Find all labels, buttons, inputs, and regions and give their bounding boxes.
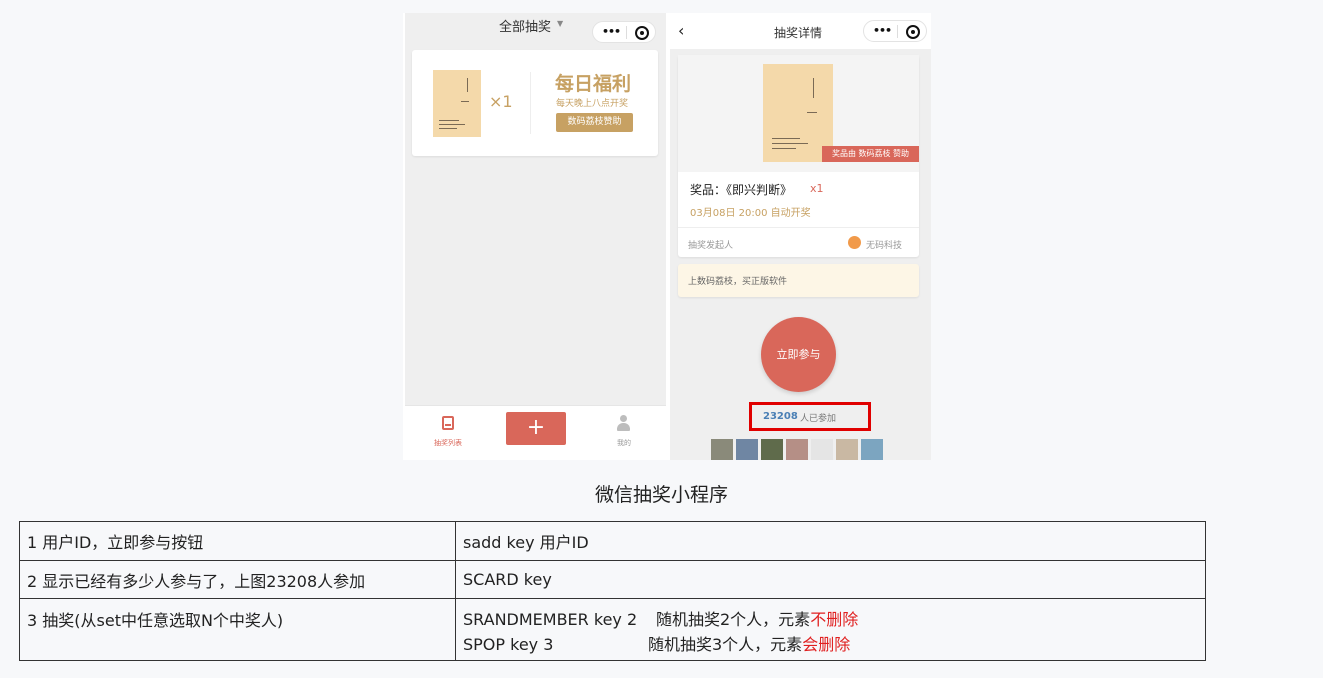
participants-suffix: 人已参加 — [800, 414, 837, 424]
more-icon[interactable]: ••• — [602, 25, 621, 38]
back-icon[interactable]: ‹ — [678, 21, 684, 40]
command: SRANDMEMBER key 2 — [463, 610, 638, 629]
table-row: 3 抽奖(从set中任意选取N个中奖人) SRANDMEMBER key 2 随机… — [19, 598, 1206, 661]
initiator-label: 抽奖发起人 — [688, 241, 734, 251]
avatar[interactable] — [761, 439, 783, 460]
participants-count: 23208 — [763, 411, 798, 422]
tab-lottery-list[interactable]: 抽奖列表 — [434, 438, 462, 448]
right-capsule-menu[interactable]: ••• — [863, 20, 927, 42]
prize-multiplier: ×1 — [489, 92, 513, 111]
divider — [530, 72, 531, 134]
avatar[interactable] — [836, 439, 858, 460]
left-capsule-menu[interactable]: ••• — [592, 21, 656, 43]
table-cell: SCARD key — [455, 560, 1206, 599]
prize-book-image — [433, 70, 481, 137]
promo-subtitle: 每天晚上八点开奖 — [556, 99, 629, 109]
table-cell: SRANDMEMBER key 2 随机抽奖2个人，元素不删除 SPOP key … — [455, 598, 1206, 661]
add-lottery-button[interactable]: + — [506, 412, 566, 445]
dropdown-caret-icon[interactable]: ▼ — [557, 19, 563, 28]
left-top-bar: 全部抽奖 ▼ ••• — [405, 13, 666, 49]
join-button[interactable]: 立即参与 — [761, 317, 836, 392]
sponsor-badge: 奖品由 数码荔枝 赞助 — [822, 146, 919, 162]
command-desc: 随机抽奖2个人，元素 — [656, 610, 811, 629]
command-line: SPOP key 3 随机抽奖3个人，元素会删除 — [463, 632, 1198, 657]
left-page-title[interactable]: 全部抽奖 — [499, 16, 551, 35]
daily-prize-card[interactable]: ×1 每日福利 每天晚上八点开奖 数码荔枝赞助 — [412, 50, 658, 156]
prize-image-area: 奖品由 数码荔枝 赞助 — [678, 55, 919, 172]
sponsor-button[interactable]: 数码荔枝赞助 — [556, 113, 633, 132]
right-page-title: 抽奖详情 — [774, 26, 823, 40]
avatar[interactable] — [711, 439, 733, 460]
notice-banner: 上数码荔枝，买正版软件 — [678, 264, 919, 297]
table-cell: sadd key 用户ID — [455, 521, 1206, 561]
avatar[interactable] — [811, 439, 833, 460]
command-desc: 随机抽奖3个人，元素 — [648, 635, 803, 654]
prize-detail-card: 奖品由 数码荔枝 赞助 奖品：《即兴判断》 x1 03月08日 20:00 自动… — [678, 55, 919, 257]
initiator-name[interactable]: 无码科技 — [866, 238, 902, 251]
avatar[interactable] — [736, 439, 758, 460]
commands-table: 1 用户ID，立即参与按钮 sadd key 用户ID 2 显示已经有多少人参与… — [19, 521, 1206, 661]
more-icon[interactable]: ••• — [873, 24, 892, 37]
lottery-list-icon[interactable] — [442, 416, 454, 430]
table-cell: 3 抽奖(从set中任意选取N个中奖人) — [19, 598, 456, 661]
notice-text: 上数码荔枝，买正版软件 — [688, 277, 788, 287]
table-cell: 2 显示已经有多少人参与了，上图23208人参加 — [19, 560, 456, 599]
lottery-detail-screen: ‹ 抽奖详情 ••• 奖品由 数码荔枝 赞助 奖品：《即兴判断》 x1 03月0… — [670, 13, 931, 460]
command-line: SRANDMEMBER key 2 随机抽奖2个人，元素不删除 — [463, 607, 1198, 632]
close-target-icon[interactable] — [635, 26, 649, 40]
figure-caption: 微信抽奖小程序 — [594, 484, 728, 506]
prize-label: 奖品：《即兴判断》 — [690, 183, 793, 197]
avatar[interactable] — [861, 439, 883, 460]
highlight-text: 不删除 — [810, 610, 859, 629]
participants-highlight-box: 23208 人已参加 — [749, 402, 871, 431]
prize-multiplier: x1 — [810, 182, 824, 195]
table-row: 2 显示已经有多少人参与了，上图23208人参加 SCARD key — [19, 560, 1206, 599]
avatar[interactable] — [786, 439, 808, 460]
draw-time: 03月08日 20:00 自动开奖 — [690, 208, 811, 219]
participant-avatars — [711, 439, 887, 460]
command: SPOP key 3 — [463, 635, 554, 654]
close-target-icon[interactable] — [906, 25, 920, 39]
promo-title: 每日福利 — [555, 73, 632, 95]
initiator-avatar[interactable] — [848, 236, 861, 249]
highlight-text: 会删除 — [802, 635, 851, 654]
left-tab-bar: 抽奖列表 + 我的 — [405, 405, 666, 460]
user-icon[interactable] — [617, 415, 630, 433]
mini-program-screenshot: 全部抽奖 ▼ ••• ×1 每日福利 每天晚上八点开奖 数码荔枝赞助 抽奖列表 … — [403, 13, 931, 460]
lottery-list-screen: 全部抽奖 ▼ ••• ×1 每日福利 每天晚上八点开奖 数码荔枝赞助 抽奖列表 … — [405, 13, 666, 460]
table-cell: 1 用户ID，立即参与按钮 — [19, 521, 456, 561]
tab-mine[interactable]: 我的 — [617, 438, 631, 448]
table-row: 1 用户ID，立即参与按钮 sadd key 用户ID — [19, 521, 1206, 561]
right-top-bar: ‹ 抽奖详情 ••• — [670, 13, 931, 49]
